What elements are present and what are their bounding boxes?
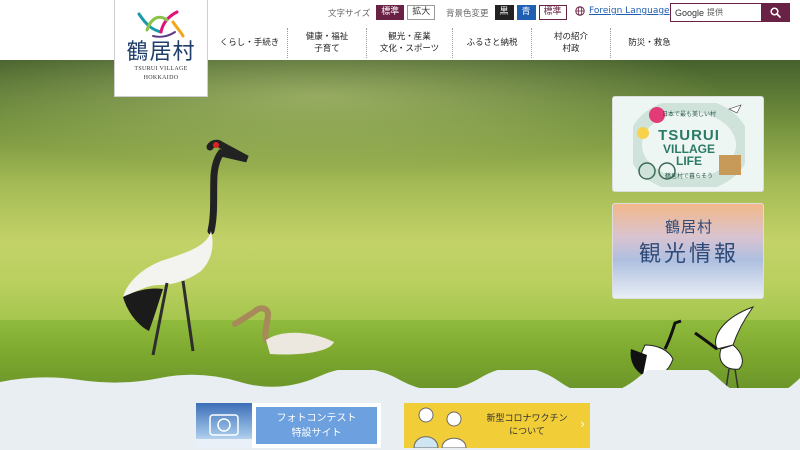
nav-label-2: 子育て <box>314 44 340 54</box>
google-brand-text: Google <box>675 7 705 18</box>
doctor-patient-icon <box>413 407 467 449</box>
village-life-banner[interactable]: 日本で最も美しい村 TSURUI VILLAGE LIFE 鶴居村で暮らそう <box>612 96 764 192</box>
vaccine-line1: 新型コロナワクチン <box>486 413 568 424</box>
search-input[interactable]: Google 提供 <box>670 3 761 22</box>
font-size-controls: 文字サイズ 標準 拡大 <box>328 5 436 20</box>
life-bottom-text: 鶴居村で暮らそう <box>664 173 713 180</box>
nav-item-health-welfare[interactable]: 健康・福祉 子育て <box>288 28 367 58</box>
page: 鶴居村 TSURUI VILLAGE HOKKAIDO 文字サイズ 標準 拡大 … <box>0 0 800 450</box>
nav-item-disaster-emergency[interactable]: 防災・救急 <box>611 28 688 58</box>
site-logo-link[interactable]: 鶴居村 TSURUI VILLAGE HOKKAIDO <box>114 0 208 97</box>
nav-label: 防災・救急 <box>628 38 671 48</box>
nav-label-2: 文化・スポーツ <box>379 44 440 54</box>
photo-contest-banner[interactable]: フォトコンテスト 特設サイト <box>196 403 381 448</box>
covid-vaccine-banner[interactable]: 新型コロナワクチン について › <box>404 403 590 449</box>
foreign-language-link[interactable]: Foreign Language <box>575 6 670 16</box>
vaccine-illustration <box>404 403 474 449</box>
search-icon <box>770 7 781 18</box>
bg-color-label: 背景色変更 <box>446 8 489 19</box>
vaccine-line2: について <box>509 426 545 437</box>
juvenile-crane-photo <box>232 305 334 355</box>
site-header: 鶴居村 TSURUI VILLAGE HOKKAIDO 文字サイズ 標準 拡大 … <box>0 0 800 97</box>
foreign-language-label: Foreign Language <box>589 6 670 16</box>
nav-label-2: 村政 <box>562 44 580 54</box>
bottom-banner-area: フォトコンテスト 特設サイト 新型コロナワクチン について › <box>0 388 800 450</box>
tourism-banner-title: 鶴居村 <box>664 218 713 236</box>
font-size-label: 文字サイズ <box>328 8 371 19</box>
nav-item-tourism-industry[interactable]: 観光・産業文化・スポーツ <box>367 28 453 58</box>
crane-logo-icon <box>137 10 185 38</box>
global-nav: くらし・手続き 健康・福祉子育て 観光・産業文化・スポーツ ふるさと納税 村の紹… <box>212 28 688 58</box>
photo-contest-thumbnail <box>196 403 252 448</box>
photo-contest-line1: フォトコンテスト <box>276 412 357 424</box>
font-large-button[interactable]: 拡大 <box>407 5 436 20</box>
camera-icon <box>196 414 252 448</box>
logo-subtitle-1: TSURUI VILLAGE <box>134 66 188 72</box>
hero-image: 日本で最も美しい村 TSURUI VILLAGE LIFE 鶴居村で暮らそう 鶴… <box>0 60 800 390</box>
bg-color-controls: 背景色変更 黒 青 標準 <box>446 5 567 20</box>
crane-red-crown <box>213 142 219 148</box>
bg-standard-button[interactable]: 標準 <box>538 5 567 20</box>
tourism-banner-subtitle: 観光情報 <box>638 242 739 267</box>
nav-label: 村の紹介 <box>553 32 588 42</box>
nav-item-furusato-tax[interactable]: ふるさと納税 <box>453 28 532 58</box>
tourism-info-banner[interactable]: 鶴居村 観光情報 <box>612 203 764 299</box>
chevron-right-icon: › <box>580 417 585 431</box>
bg-blue-button[interactable]: 青 <box>516 5 536 20</box>
nav-item-living[interactable]: くらし・手続き <box>212 28 288 58</box>
grass-edge-shape <box>0 370 800 390</box>
photo-contest-line2: 特設サイト <box>291 427 342 439</box>
globe-icon <box>575 6 585 16</box>
search-provided-text: 提供 <box>707 8 724 17</box>
photo-contest-text: フォトコンテスト 特設サイト <box>256 407 377 444</box>
nav-label: 健康・福祉 <box>305 32 349 42</box>
logo-subtitle-2: HOKKAIDO <box>143 75 179 81</box>
nav-label: 観光・産業 <box>388 32 431 42</box>
vaccine-text: 新型コロナワクチン について › <box>474 403 590 448</box>
nav-label: くらし・手続き <box>219 38 280 48</box>
life-title-line3: LIFE <box>676 154 702 168</box>
search-button[interactable] <box>761 3 790 22</box>
logo-village-name: 鶴居村 <box>126 40 196 65</box>
life-arc-text: 日本で最も美しい村 <box>661 111 716 118</box>
nav-label: ふるさと納税 <box>466 38 518 48</box>
nav-item-village-intro[interactable]: 村の紹介 村政 <box>532 28 611 58</box>
site-search: Google 提供 <box>670 3 790 22</box>
bg-black-button[interactable]: 黒 <box>494 5 514 20</box>
font-standard-button[interactable]: 標準 <box>376 5 405 20</box>
